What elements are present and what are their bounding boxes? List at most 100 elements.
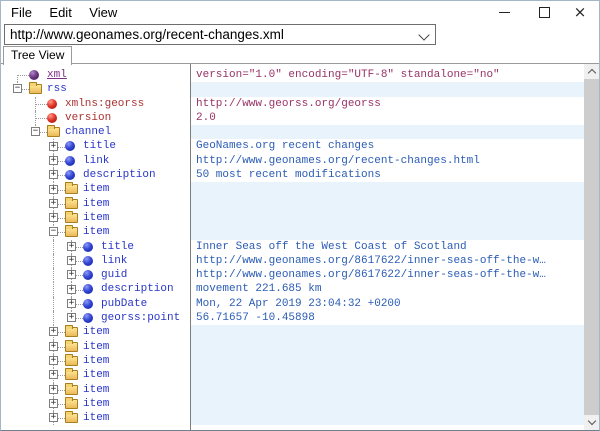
expand-toggle-icon[interactable]: +	[49, 185, 58, 194]
value-row: Mon, 22 Apr 2019 23:04:32 +0200	[191, 297, 584, 311]
value-row	[191, 225, 584, 239]
collapse-toggle-icon[interactable]: −	[49, 227, 58, 236]
expand-toggle-icon[interactable]: +	[49, 213, 58, 222]
expand-toggle-icon[interactable]: +	[49, 342, 58, 351]
minimize-button[interactable]	[487, 1, 521, 23]
folder-icon	[65, 213, 78, 223]
menu-file[interactable]: File	[8, 5, 35, 20]
tree-node-label[interactable]: link	[101, 255, 127, 267]
tree-row[interactable]: + link	[1, 154, 190, 168]
url-input[interactable]	[5, 25, 418, 44]
value-row: http://www.geonames.org/8617622/inner-se…	[191, 268, 584, 282]
expand-toggle-icon[interactable]: +	[67, 270, 76, 279]
tree-row[interactable]: xmlns:georss	[1, 97, 190, 111]
value-row: movement 221.685 km	[191, 282, 584, 296]
expand-toggle-icon[interactable]: +	[49, 199, 58, 208]
tree-row[interactable]: + description	[1, 168, 190, 182]
tree-node-label[interactable]: link	[83, 155, 109, 167]
expand-toggle-icon[interactable]: +	[49, 170, 58, 179]
tree-row[interactable]: version	[1, 111, 190, 125]
scroll-down-button[interactable]	[584, 415, 599, 430]
tree-node-label[interactable]: item	[83, 183, 109, 195]
tree-node-label[interactable]: item	[83, 384, 109, 396]
tree-node-label[interactable]: item	[83, 398, 109, 410]
tree-row[interactable]: + item	[1, 354, 190, 368]
tree-row[interactable]: + title	[1, 139, 190, 153]
expand-toggle-icon[interactable]: +	[49, 370, 58, 379]
tree-node-label[interactable]: channel	[65, 126, 111, 138]
tree-node-label[interactable]: item	[83, 198, 109, 210]
tree-node-label[interactable]: item	[83, 341, 109, 353]
folder-icon	[29, 84, 42, 94]
tree-row[interactable]: + title	[1, 240, 190, 254]
value-row	[191, 125, 584, 139]
tree-node-label[interactable]: xmlns:georss	[65, 98, 144, 110]
menu-view[interactable]: View	[86, 5, 120, 20]
tree-row[interactable]: + item	[1, 182, 190, 196]
tree-row[interactable]: + link	[1, 254, 190, 268]
tree-node-label[interactable]: item	[83, 226, 109, 238]
tab-tree-view[interactable]: Tree View	[3, 46, 72, 65]
close-button[interactable]: ×	[563, 1, 597, 23]
tree-row[interactable]: + item	[1, 211, 190, 225]
tree-node-label[interactable]: pubDate	[101, 298, 147, 310]
tree-node-label[interactable]: rss	[47, 83, 67, 95]
tree-row[interactable]: + item	[1, 397, 190, 411]
collapse-toggle-icon[interactable]: −	[31, 127, 40, 136]
tree-node-label[interactable]: title	[83, 140, 116, 152]
tree-node-label[interactable]: georss:point	[101, 312, 180, 324]
tree-node-label[interactable]: item	[83, 355, 109, 367]
expand-toggle-icon[interactable]: +	[67, 299, 76, 308]
expand-toggle-icon[interactable]: +	[49, 327, 58, 336]
tree-row[interactable]: + item	[1, 368, 190, 382]
expand-toggle-icon[interactable]: +	[49, 156, 58, 165]
tree-row[interactable]: − channel	[1, 125, 190, 139]
expand-toggle-icon[interactable]: +	[49, 385, 58, 394]
tree-row[interactable]: + item	[1, 325, 190, 339]
tree-row[interactable]: + pubDate	[1, 297, 190, 311]
tree-node-label[interactable]: description	[101, 283, 174, 295]
tree-node-label[interactable]: guid	[101, 269, 127, 281]
tree-row[interactable]: xml	[1, 68, 190, 82]
tree-node-label[interactable]: xml	[47, 69, 67, 81]
tree-node-label[interactable]: description	[83, 169, 156, 181]
folder-icon	[65, 370, 78, 380]
tree-row[interactable]: + description	[1, 282, 190, 296]
expand-toggle-icon[interactable]: +	[67, 285, 76, 294]
chevron-down-icon[interactable]	[418, 29, 429, 40]
tree-node-label[interactable]: title	[101, 241, 134, 253]
tree-row[interactable]: + item	[1, 411, 190, 425]
vertical-scrollbar[interactable]	[584, 64, 599, 430]
url-combobox[interactable]	[4, 24, 436, 45]
tree-node-label[interactable]: item	[83, 369, 109, 381]
expand-toggle-icon[interactable]: +	[49, 142, 58, 151]
scroll-up-button[interactable]	[584, 64, 599, 79]
element-icon	[65, 156, 75, 166]
tree-row[interactable]: − item	[1, 225, 190, 239]
menu-edit[interactable]: Edit	[46, 5, 74, 20]
tree-row[interactable]: + georss:point	[1, 311, 190, 325]
collapse-toggle-icon[interactable]: −	[13, 84, 22, 93]
tree-node-label[interactable]: version	[65, 112, 111, 124]
expand-toggle-icon[interactable]: +	[67, 313, 76, 322]
tree-node-label[interactable]: item	[83, 212, 109, 224]
folder-icon	[47, 127, 60, 137]
tree-row[interactable]: + item	[1, 340, 190, 354]
expand-toggle-icon[interactable]: +	[67, 242, 76, 251]
expand-toggle-icon[interactable]: +	[49, 399, 58, 408]
value-row	[191, 197, 584, 211]
tree-row[interactable]: + guid	[1, 268, 190, 282]
tree-node-label[interactable]: item	[83, 412, 109, 424]
tree-row[interactable]: + item	[1, 197, 190, 211]
folder-icon	[65, 327, 78, 337]
value-row	[191, 340, 584, 354]
tree-row[interactable]: − rss	[1, 82, 190, 96]
expand-toggle-icon[interactable]: +	[49, 356, 58, 365]
maximize-button[interactable]	[527, 1, 561, 23]
element-icon	[83, 313, 93, 323]
tree-node-label[interactable]: item	[83, 326, 109, 338]
tree-row[interactable]: + item	[1, 383, 190, 397]
expand-toggle-icon[interactable]: +	[49, 413, 58, 422]
scrollbar-thumb[interactable]	[584, 79, 599, 416]
expand-toggle-icon[interactable]: +	[67, 256, 76, 265]
